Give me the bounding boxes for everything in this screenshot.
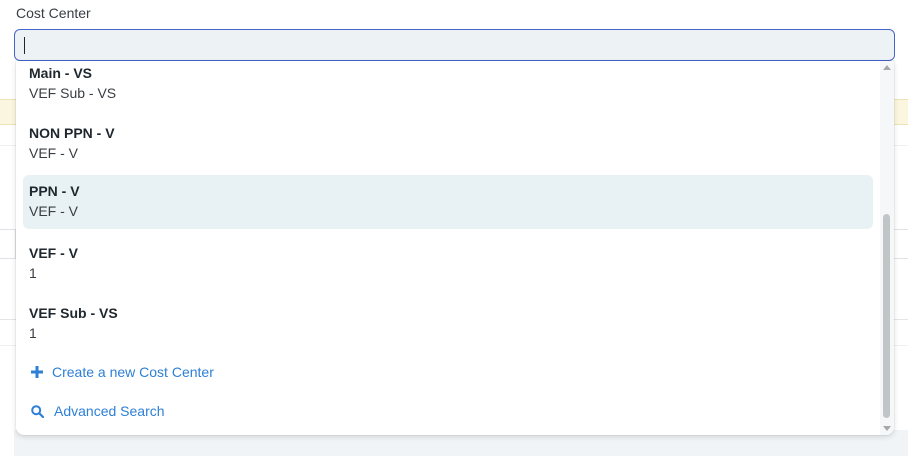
plus-icon	[29, 364, 45, 380]
option-description: VEF - V	[29, 203, 79, 219]
option-description: VEF Sub - VS	[29, 85, 117, 101]
create-cost-center-label: Create a new Cost Center	[52, 364, 214, 380]
option-title: VEF - V	[29, 245, 79, 261]
dropdown-option-highlighted[interactable]: PPN - V VEF - V	[23, 175, 873, 229]
advanced-search-button[interactable]: Advanced Search	[29, 400, 165, 422]
scroll-up-icon[interactable]	[883, 65, 891, 70]
form-page: Cost Center Main - VS VEF Sub - VS NON P…	[0, 0, 908, 456]
cost-center-label: Cost Center	[16, 5, 91, 21]
dropdown-option[interactable]: Main - VS VEF Sub - VS	[23, 61, 873, 113]
option-title: PPN - V	[29, 183, 80, 199]
option-title: VEF Sub - VS	[29, 305, 118, 321]
create-cost-center-button[interactable]: Create a new Cost Center	[29, 361, 214, 383]
dropdown-scrollbar[interactable]	[880, 61, 894, 435]
dropdown-option[interactable]: VEF - V 1	[23, 239, 873, 293]
dropdown-option[interactable]: NON PPN - V VEF - V	[23, 119, 873, 173]
background-field-right	[892, 229, 908, 259]
option-title: NON PPN - V	[29, 125, 115, 141]
option-title: Main - VS	[29, 65, 93, 81]
cost-center-dropdown: Main - VS VEF Sub - VS NON PPN - V VEF -…	[16, 61, 894, 435]
option-description: 1	[29, 265, 37, 281]
text-caret	[24, 37, 25, 54]
scroll-down-icon[interactable]	[883, 426, 891, 431]
option-description: 1	[29, 325, 37, 341]
search-icon	[29, 403, 45, 419]
background-field-left	[0, 229, 16, 259]
advanced-search-label: Advanced Search	[54, 403, 165, 419]
cost-center-input[interactable]	[14, 29, 895, 61]
dropdown-option[interactable]: VEF Sub - VS 1	[23, 299, 873, 353]
scrollbar-thumb[interactable]	[883, 214, 890, 418]
option-description: VEF - V	[29, 145, 79, 161]
